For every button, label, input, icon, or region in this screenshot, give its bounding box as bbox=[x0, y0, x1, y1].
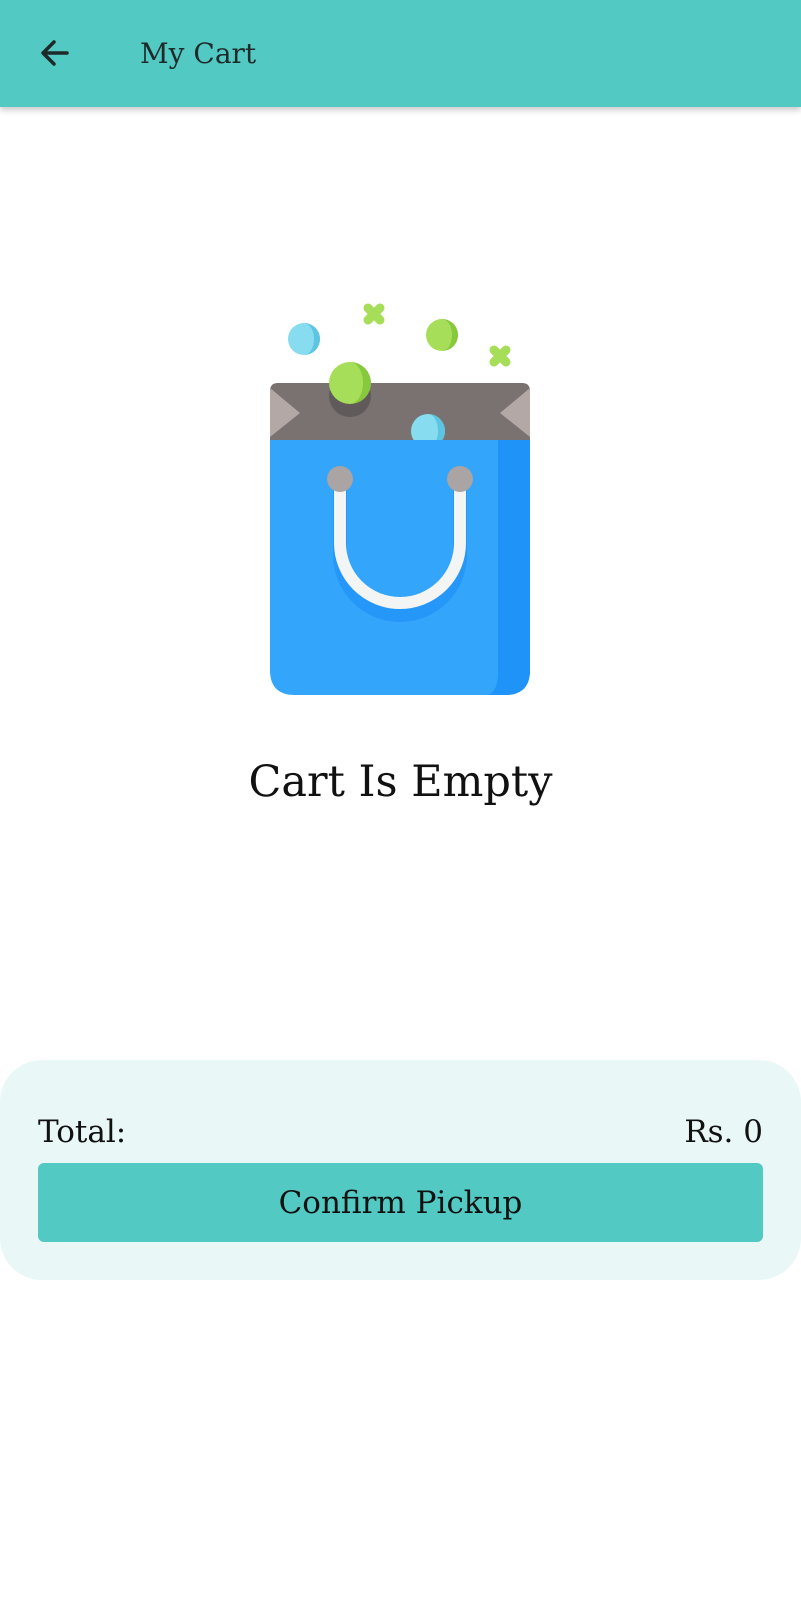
empty-cart-illustration bbox=[260, 295, 540, 695]
app-bar: My Cart bbox=[0, 0, 801, 107]
page-title: My Cart bbox=[140, 37, 257, 70]
arrow-left-icon bbox=[41, 40, 69, 66]
total-value: Rs. 0 bbox=[684, 1114, 763, 1150]
total-label: Total: bbox=[38, 1114, 127, 1150]
shopping-bag-icon bbox=[270, 303, 530, 695]
back-button[interactable] bbox=[30, 28, 80, 78]
empty-cart-message: Cart Is Empty bbox=[248, 757, 553, 807]
confirm-pickup-button[interactable]: Confirm Pickup bbox=[38, 1163, 763, 1242]
